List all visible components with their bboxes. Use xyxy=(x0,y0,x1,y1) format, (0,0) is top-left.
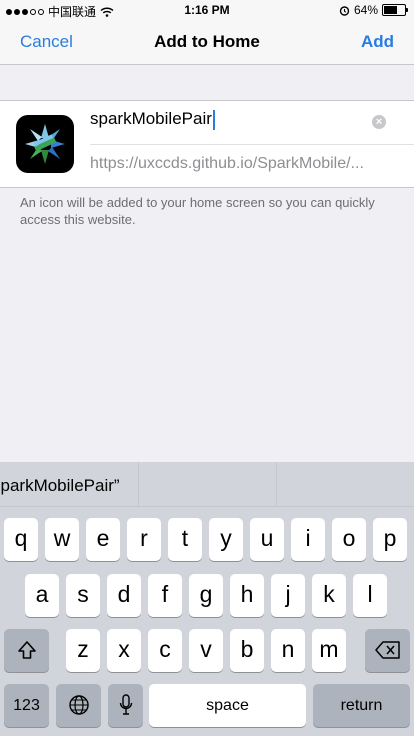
delete-icon xyxy=(374,641,400,659)
app-icon xyxy=(16,115,74,173)
url-field: https://uxccds.github.io/SparkMobile/... xyxy=(90,155,364,172)
key-u[interactable]: u xyxy=(250,518,284,561)
globe-icon xyxy=(68,695,89,715)
info-text: An icon will be added to your home scree… xyxy=(20,195,375,227)
page-title: Add to Home xyxy=(154,32,260,51)
battery-percent: 64% xyxy=(353,3,378,17)
title-value: sparkMobilePair xyxy=(90,109,212,128)
key-f[interactable]: f xyxy=(148,574,182,617)
battery-level xyxy=(384,6,397,14)
key-r[interactable]: r xyxy=(127,518,161,561)
status-bar: 中国联通 1:16 PM 64% xyxy=(0,0,414,20)
key-d[interactable]: d xyxy=(107,574,141,617)
delete-key[interactable] xyxy=(365,629,410,672)
mic-key[interactable] xyxy=(108,684,143,727)
keyboard: sparkMobilePair” q w e r t y u i o p a s… xyxy=(0,462,414,736)
clear-icon[interactable]: × xyxy=(372,115,386,129)
space-key[interactable]: space xyxy=(149,684,306,727)
alarm-icon xyxy=(339,5,350,16)
key-o[interactable]: o xyxy=(332,518,366,561)
key-i[interactable]: i xyxy=(291,518,325,561)
spark-logo-icon xyxy=(25,124,65,164)
key-k[interactable]: k xyxy=(312,574,346,617)
key-p[interactable]: p xyxy=(373,518,407,561)
key-v[interactable]: v xyxy=(189,629,223,672)
key-l[interactable]: l xyxy=(353,574,387,617)
key-j[interactable]: j xyxy=(271,574,305,617)
key-e[interactable]: e xyxy=(86,518,120,561)
key-m[interactable]: m xyxy=(312,629,346,672)
shift-key[interactable] xyxy=(4,629,49,672)
globe-key[interactable] xyxy=(56,684,101,727)
return-key[interactable]: return xyxy=(313,684,410,727)
key-a[interactable]: a xyxy=(25,574,59,617)
key-y[interactable]: y xyxy=(209,518,243,561)
status-right: 64% xyxy=(339,3,408,17)
suggestion-divider xyxy=(276,462,277,506)
add-form: sparkMobilePair × https://uxccds.github.… xyxy=(0,100,414,188)
add-button[interactable]: Add xyxy=(361,32,394,52)
suggestion-item[interactable]: sparkMobilePair” xyxy=(0,476,120,496)
key-t[interactable]: t xyxy=(168,518,202,561)
battery-icon xyxy=(382,4,408,16)
key-c[interactable]: c xyxy=(148,629,182,672)
suggestion-divider xyxy=(138,462,139,506)
key-s[interactable]: s xyxy=(66,574,100,617)
text-caret xyxy=(212,109,215,130)
field-divider xyxy=(90,144,414,145)
key-g[interactable]: g xyxy=(189,574,223,617)
key-z[interactable]: z xyxy=(66,629,100,672)
mic-icon xyxy=(119,694,132,715)
key-x[interactable]: x xyxy=(107,629,141,672)
key-b[interactable]: b xyxy=(230,629,264,672)
nav-bar: Cancel Add to Home Add xyxy=(0,20,414,65)
numbers-key[interactable]: 123 xyxy=(4,684,49,727)
key-n[interactable]: n xyxy=(271,629,305,672)
key-q[interactable]: q xyxy=(4,518,38,561)
key-h[interactable]: h xyxy=(230,574,264,617)
key-w[interactable]: w xyxy=(45,518,79,561)
title-field[interactable]: sparkMobilePair xyxy=(90,109,215,130)
suggestion-bar: sparkMobilePair” xyxy=(0,462,414,507)
shift-icon xyxy=(17,641,36,659)
